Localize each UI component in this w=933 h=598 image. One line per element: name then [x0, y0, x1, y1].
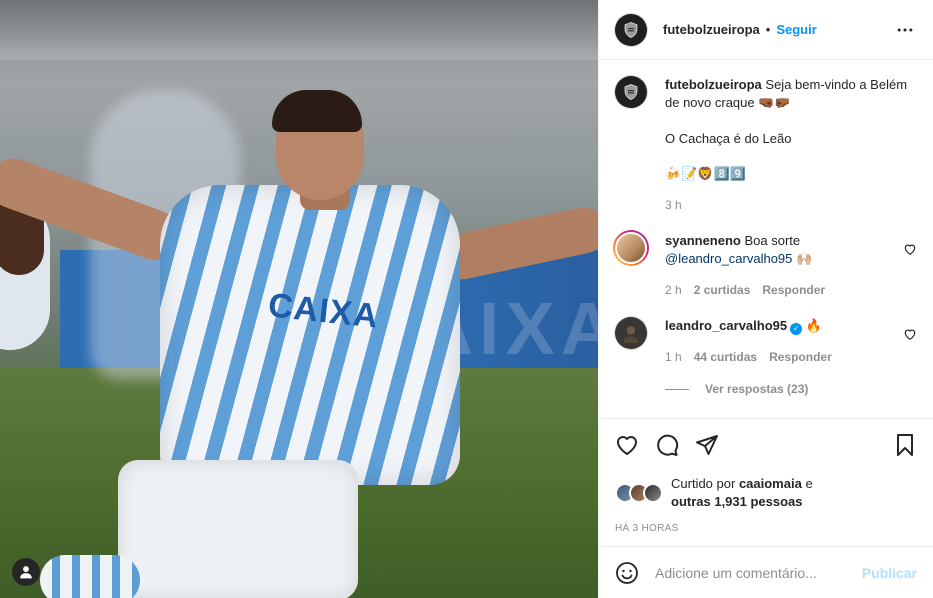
post-actions: Curtido por caaiomaia e outras 1,931 pes…	[599, 418, 933, 534]
emoji-smile-icon[interactable]	[615, 561, 639, 585]
caption-meta: 3 h	[665, 196, 917, 214]
profile-photo-icon	[623, 326, 639, 343]
follow-button[interactable]: Seguir	[776, 22, 816, 37]
caption-line-3: 🍻📝🦁8️⃣9️⃣	[665, 167, 746, 182]
save-bookmark-icon[interactable]	[893, 433, 917, 457]
comment-time[interactable]: 1 h	[665, 348, 682, 366]
comment-text: 🔥	[805, 319, 822, 334]
comment-item: leandro_carvalho95 ✓ 🔥 1 h 44 curtidas Re…	[615, 317, 917, 366]
comment-text: Boa sorte	[744, 233, 801, 248]
author-username[interactable]: futebolzueiropa	[663, 22, 760, 37]
header-separator: •	[765, 22, 771, 37]
comment-like-heart-icon[interactable]	[903, 242, 917, 256]
comment-username[interactable]: syanneneno	[665, 233, 741, 248]
post-timestamp[interactable]: HÁ 3 HORAS	[615, 523, 917, 534]
post-sidebar: futebolzueiropa • Seguir futebolzueiropa…	[598, 0, 933, 598]
likes-summary: Curtido por caaiomaia e outras 1,931 pes…	[615, 475, 917, 511]
view-replies-button[interactable]: Ver respostas (23)	[665, 382, 917, 396]
shield-logo-icon	[624, 84, 638, 100]
replies-divider	[665, 388, 689, 390]
comment-second-line: @leandro_carvalho95 🙌🏼	[665, 250, 903, 269]
comment-meta: 1 h 44 curtidas Responder	[665, 348, 903, 366]
share-paper-plane-icon[interactable]	[695, 433, 719, 457]
caption-time[interactable]: 3 h	[665, 196, 682, 214]
like-heart-icon[interactable]	[615, 433, 639, 457]
comment-emoji: 🙌🏼	[796, 252, 813, 267]
comments-list[interactable]: futebolzueiropa Seja bem-vindo a Belém d…	[599, 60, 933, 418]
comment-meta: 2 h 2 curtidas Responder	[665, 281, 903, 299]
comment-mention[interactable]: @leandro_carvalho95	[665, 251, 792, 266]
post-header: futebolzueiropa • Seguir	[599, 0, 933, 60]
comment-bubble-icon[interactable]	[655, 433, 679, 457]
caption: futebolzueiropa Seja bem-vindo a Belém d…	[615, 76, 917, 214]
verified-badge-icon: ✓	[790, 323, 803, 335]
view-replies-label: Ver respostas (23)	[705, 382, 809, 396]
comment-input[interactable]	[655, 564, 862, 581]
caption-body: futebolzueiropa Seja bem-vindo a Belém d…	[665, 76, 917, 214]
post-photo[interactable]: CAIXA CAIXA	[0, 0, 598, 598]
likes-user[interactable]: caaiomaia	[739, 476, 802, 491]
likes-connector: e	[805, 476, 813, 491]
action-icons-row	[615, 419, 917, 471]
photo-player-shorts	[118, 460, 358, 598]
comment-body: syanneneno Boa sorte @leandro_carvalho95…	[665, 232, 903, 299]
comment-first-line: leandro_carvalho95 ✓ 🔥	[665, 317, 903, 336]
person-icon	[20, 566, 32, 579]
comment-time[interactable]: 2 h	[665, 281, 682, 299]
caption-username[interactable]: futebolzueiropa	[665, 77, 762, 92]
comment-likes-count[interactable]: 2 curtidas	[694, 281, 751, 299]
shield-logo-icon	[624, 21, 638, 38]
tagged-user-icon[interactable]	[12, 558, 40, 586]
commenter-avatar[interactable]	[613, 230, 649, 266]
comment-first-line: syanneneno Boa sorte	[665, 232, 903, 250]
likes-text: Curtido por caaiomaia e outras 1,931 pes…	[671, 475, 813, 511]
more-horizontal-icon	[897, 28, 913, 31]
commenter-avatar[interactable]	[615, 317, 647, 349]
photo-player-jersey	[160, 185, 460, 485]
commenter-avatar-image	[615, 232, 647, 264]
comment-like-heart-icon[interactable]	[903, 327, 917, 341]
comment-body: leandro_carvalho95 ✓ 🔥 1 h 44 curtidas Re…	[665, 317, 903, 366]
comment-item: syanneneno Boa sorte @leandro_carvalho95…	[613, 230, 917, 299]
photo-player-hair	[272, 90, 362, 132]
comment-likes-count[interactable]: 44 curtidas	[694, 348, 757, 366]
comment-username[interactable]: leandro_carvalho95	[665, 318, 787, 333]
author-avatar[interactable]	[615, 13, 647, 46]
liker-avatar[interactable]	[643, 483, 663, 503]
caption-author-avatar[interactable]	[615, 76, 647, 108]
likes-prefix: Curtido por	[671, 476, 736, 491]
caption-first-line: futebolzueiropa Seja bem-vindo a Belém d…	[665, 76, 917, 112]
more-options-icon[interactable]	[893, 18, 917, 42]
photo-player-leg	[40, 555, 140, 598]
comment-reply-button[interactable]: Responder	[762, 281, 825, 299]
comment-reply-button[interactable]: Responder	[769, 348, 832, 366]
photo-stands	[0, 0, 598, 60]
caption-line-2: O Cachaça é do Leão	[665, 131, 792, 146]
publish-button[interactable]: Publicar	[862, 565, 917, 581]
add-comment-bar: Publicar	[599, 546, 933, 598]
likes-others[interactable]: outras 1,931 pessoas	[671, 494, 803, 509]
